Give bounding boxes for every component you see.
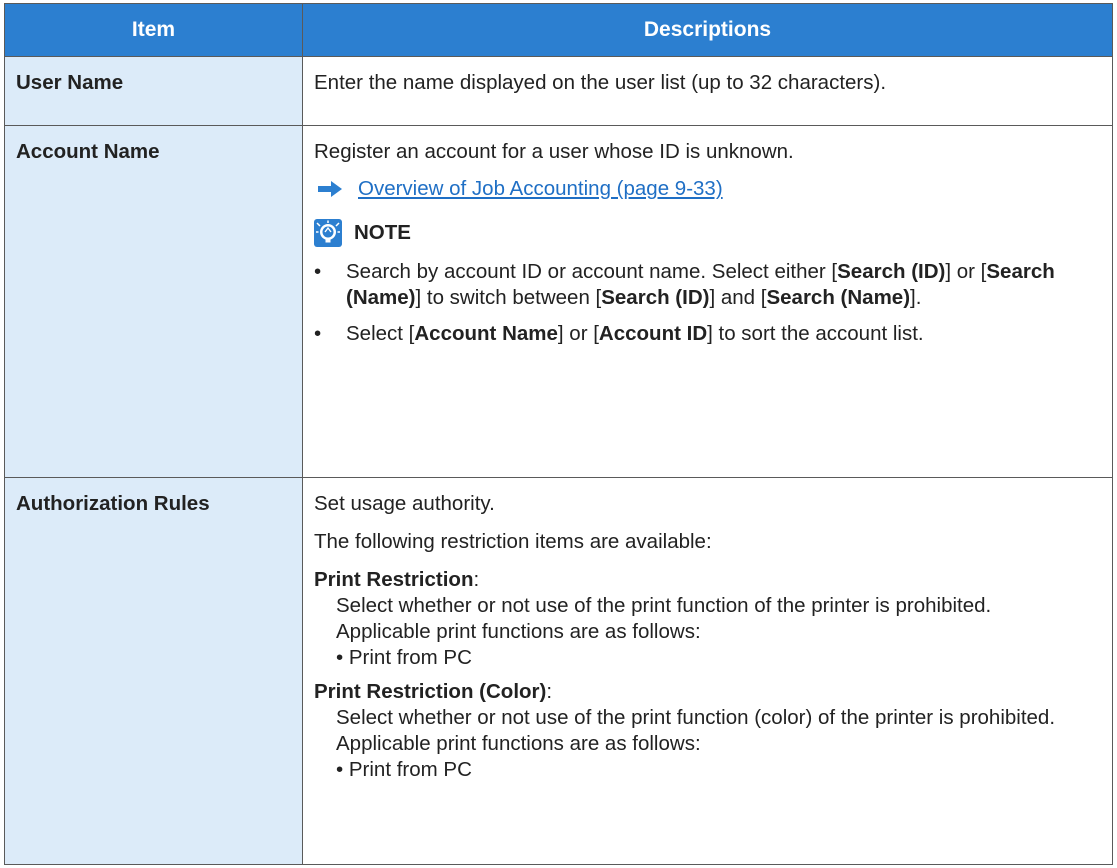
list-item: • Select [Account Name] or [Account ID] … [314,322,924,345]
note-bullet-text: Search by account ID or account name. Se… [346,260,1055,309]
restriction-title: Print Restriction: [314,568,480,591]
description-cell: Set usage authority. The following restr… [302,477,1113,865]
restriction-text: • Print from PC [336,646,472,669]
item-cell: Account Name [4,125,303,478]
item-cell: Authorization Rules [4,477,303,865]
description-text: Register an account for a user whose ID … [314,140,794,163]
restriction-text: Select whether or not use of the print f… [336,706,1056,729]
table-row: Authorization Rules Set usage authority.… [4,477,1113,865]
restriction-text: Select whether or not use of the print f… [336,594,992,617]
restriction-text: Applicable print functions are as follow… [336,620,701,643]
description-text: The following restriction items are avai… [314,530,712,553]
description-text: Set usage authority. [314,492,495,515]
header-item: Item [4,3,303,57]
restriction-text: • Print from PC [336,758,472,781]
header-descriptions: Descriptions [302,3,1113,57]
note-title: NOTE [354,221,411,244]
list-item: • Search by account ID or account name. … [314,259,1100,311]
arrow-right-icon [318,181,342,197]
lightbulb-icon [314,219,342,247]
settings-table: Item Descriptions User Name Enter the na… [4,3,1113,865]
note-heading: NOTE [314,219,1100,247]
restriction-title: Print Restriction (Color): [314,680,553,703]
table-row: User Name Enter the name displayed on th… [4,56,1113,126]
table-header-row: Item Descriptions [4,3,1113,57]
restriction-text: Applicable print functions are as follow… [336,732,701,755]
description-cell: Enter the name displayed on the user lis… [302,56,1113,126]
cross-reference: Overview of Job Accounting (page 9-33) [314,176,1100,202]
description-cell: Register an account for a user whose ID … [302,125,1113,478]
item-cell: User Name [4,56,303,126]
job-accounting-link[interactable]: Overview of Job Accounting (page 9-33) [358,176,723,202]
note-bullet-text: Select [Account Name] or [Account ID] to… [346,322,924,345]
table-row: Account Name Register an account for a u… [4,125,1113,478]
